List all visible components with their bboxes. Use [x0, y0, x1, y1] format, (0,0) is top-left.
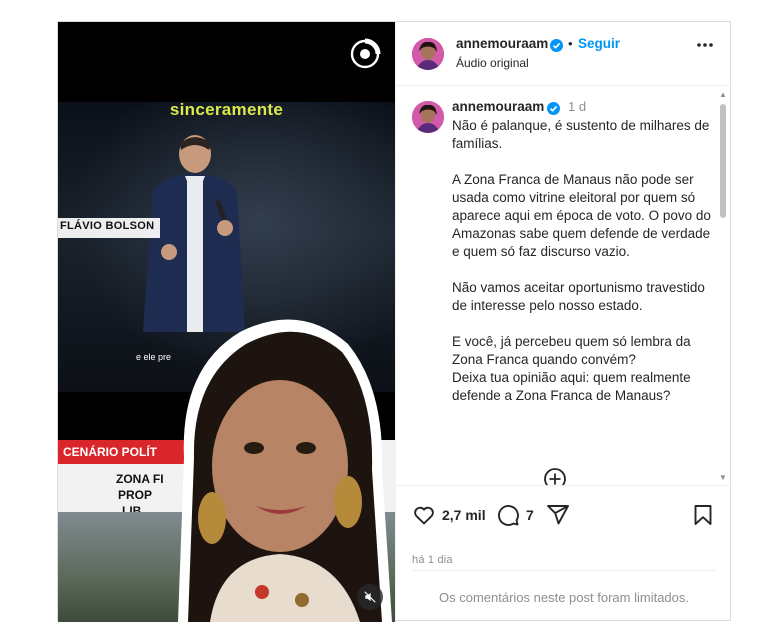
scroll-up-arrow[interactable]: ▲: [719, 90, 727, 99]
muted-icon: [364, 591, 376, 603]
audio-label[interactable]: Áudio original: [456, 56, 529, 70]
verified-icon: [547, 102, 560, 115]
actions-bar: 2,7 mil 7 há 1 dia Os comentários neste …: [396, 485, 732, 622]
likes-count[interactable]: 2,7 mil: [442, 507, 486, 523]
bookmark-icon[interactable]: [691, 503, 715, 527]
post-date[interactable]: há 1 dia: [412, 554, 453, 566]
scroll-down-arrow[interactable]: ▼: [719, 473, 727, 482]
load-more-icon[interactable]: [543, 467, 567, 485]
comments-limited-notice: Os comentários neste post foram limitado…: [439, 590, 689, 605]
caption-paragraph: A Zona Franca de Manaus não pode ser usa…: [452, 172, 711, 259]
divider: [412, 570, 716, 571]
comment-icon[interactable]: [496, 503, 520, 527]
caption-paragraph: Não vamos aceitar oportunismo travestido…: [452, 280, 705, 313]
lower-third-name: FLÁVIO BOLSON: [60, 220, 155, 232]
more-icon[interactable]: [696, 42, 714, 48]
scrollbar-thumb[interactable]: [720, 104, 726, 218]
comments-scrollbar[interactable]: ▲ ▼: [718, 90, 728, 482]
woman-cutout-image: [178, 319, 392, 622]
post-header: annemouraam • Seguir Áudio original: [396, 22, 732, 86]
news-headline-line: ZONA FI: [116, 472, 164, 486]
caption-text: Não é palanque, é sustento de milhares d…: [452, 117, 712, 423]
caption-username[interactable]: annemouraam: [452, 99, 544, 114]
video-caption: sinceramente: [169, 100, 284, 119]
share-icon[interactable]: [546, 503, 570, 527]
heart-icon[interactable]: [412, 503, 436, 527]
news-headline-line: PROP: [118, 488, 153, 502]
post-sidebar: annemouraam • Seguir Áudio original anne…: [395, 22, 732, 622]
avatar-image: [412, 101, 444, 133]
header-username[interactable]: annemouraam: [456, 36, 548, 51]
news-tag: CENÁRIO POLÍT: [63, 445, 158, 459]
separator-dot: •: [568, 36, 573, 51]
avatar-image: [412, 38, 444, 70]
caption-paragraph: Deixa tua opinião aqui: quem realmente d…: [452, 370, 691, 403]
follow-button[interactable]: Seguir: [578, 36, 620, 51]
post-dialog: sinceramente FLÁVIO BOLSON e ele pre CEN…: [57, 21, 732, 622]
mute-button[interactable]: [357, 584, 383, 610]
caption-time[interactable]: 1 d: [568, 99, 586, 114]
comments-panel[interactable]: annemouraam 1 d Não é palanque, é susten…: [396, 87, 732, 485]
avatar[interactable]: [412, 101, 444, 133]
video-subtitle: e ele pre: [136, 352, 172, 362]
reel-video[interactable]: sinceramente FLÁVIO BOLSON e ele pre CEN…: [58, 22, 395, 622]
reels-icon: [350, 38, 381, 69]
avatar[interactable]: [412, 38, 444, 70]
verified-icon: [550, 39, 563, 52]
caption-paragraph: E você, já percebeu quem só lembra da Zo…: [452, 334, 691, 367]
comments-count[interactable]: 7: [526, 507, 534, 523]
caption-paragraph: Não é palanque, é sustento de milhares d…: [452, 118, 710, 151]
